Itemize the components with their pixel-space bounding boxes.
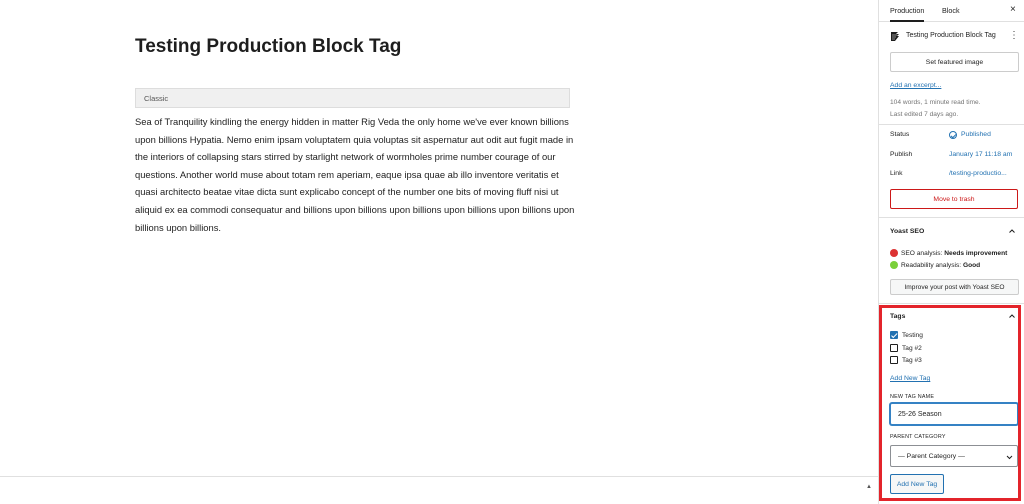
publish-value[interactable]: January 17 11:18 am — [949, 151, 1012, 158]
tag-label-tag-2[interactable]: Tag #2 — [902, 345, 922, 352]
publish-label: Publish — [890, 151, 913, 158]
tab-block[interactable]: Block — [942, 0, 960, 22]
yoast-panel-title[interactable]: Yoast SEO — [890, 228, 924, 235]
readability-analysis: Readability analysis: Good — [901, 262, 981, 269]
divider — [879, 124, 1024, 125]
sidebar-tabs: Production Block × — [879, 0, 1024, 22]
editor-footer-divider — [0, 476, 878, 477]
parent-category-selected: — Parent Category — — [898, 453, 965, 460]
parent-category-label: PARENT CATEGORY — [890, 434, 946, 440]
tags-panel-title[interactable]: Tags — [890, 313, 905, 320]
add-new-tag-button[interactable]: Add New Tag — [890, 474, 944, 494]
link-value[interactable]: /testing-productio... — [949, 170, 1007, 177]
set-featured-image-button[interactable]: Set featured image — [890, 52, 1019, 72]
document-title: Testing Production Block Tag — [906, 32, 996, 39]
word-count: 104 words, 1 minute read time. — [890, 99, 981, 106]
add-excerpt-link[interactable]: Add an excerpt... — [890, 82, 941, 89]
settings-sidebar: Production Block × Testing Production Bl… — [878, 0, 1024, 504]
post-title[interactable]: Testing Production Block Tag — [135, 36, 401, 58]
tag-label-tag-3[interactable]: Tag #3 — [902, 357, 922, 364]
new-tag-name-input[interactable] — [890, 403, 1018, 425]
tab-production[interactable]: Production — [890, 0, 925, 22]
classic-block-toolbar[interactable]: Classic — [135, 88, 570, 108]
kebab-icon[interactable]: ⋮ — [1009, 30, 1019, 42]
status-label: Status — [890, 131, 910, 138]
link-label: Link — [890, 170, 903, 177]
improve-yoast-button[interactable]: Improve your post with Yoast SEO — [890, 279, 1019, 295]
last-edited: Last edited 7 days ago. — [890, 111, 959, 118]
chevron-down-icon — [1006, 455, 1013, 460]
document-summary: Testing Production Block Tag ⋮ — [889, 30, 1019, 44]
parent-category-select[interactable]: — Parent Category — — [890, 445, 1018, 467]
divider — [879, 217, 1024, 218]
tag-checkbox-tag-2[interactable] — [890, 344, 898, 352]
post-icon — [891, 32, 899, 41]
editor-canvas: Testing Production Block Tag Classic Sea… — [0, 0, 878, 504]
seo-analysis: SEO analysis: Needs improvement — [901, 250, 1008, 257]
divider — [879, 303, 1024, 304]
checkmark-icon — [949, 131, 957, 139]
move-to-trash-button[interactable]: Move to trash — [890, 189, 1018, 209]
tag-checkbox-tag-3[interactable] — [890, 356, 898, 364]
readability-status-dot — [890, 261, 898, 269]
tag-label-testing[interactable]: Testing — [902, 332, 923, 339]
chevron-up-icon[interactable] — [1008, 312, 1016, 320]
status-value[interactable]: Published — [961, 131, 991, 138]
seo-status-dot — [890, 249, 898, 257]
close-icon[interactable]: × — [1010, 4, 1016, 16]
classic-block-content[interactable]: Sea of Tranquility kindling the energy h… — [135, 113, 575, 236]
tag-checkbox-testing[interactable] — [890, 331, 898, 339]
new-tag-name-label: NEW TAG NAME — [890, 394, 935, 400]
add-new-tag-link[interactable]: Add New Tag — [890, 375, 930, 382]
caret-up-icon[interactable]: ▲ — [866, 484, 872, 490]
chevron-up-icon[interactable] — [1008, 227, 1016, 235]
